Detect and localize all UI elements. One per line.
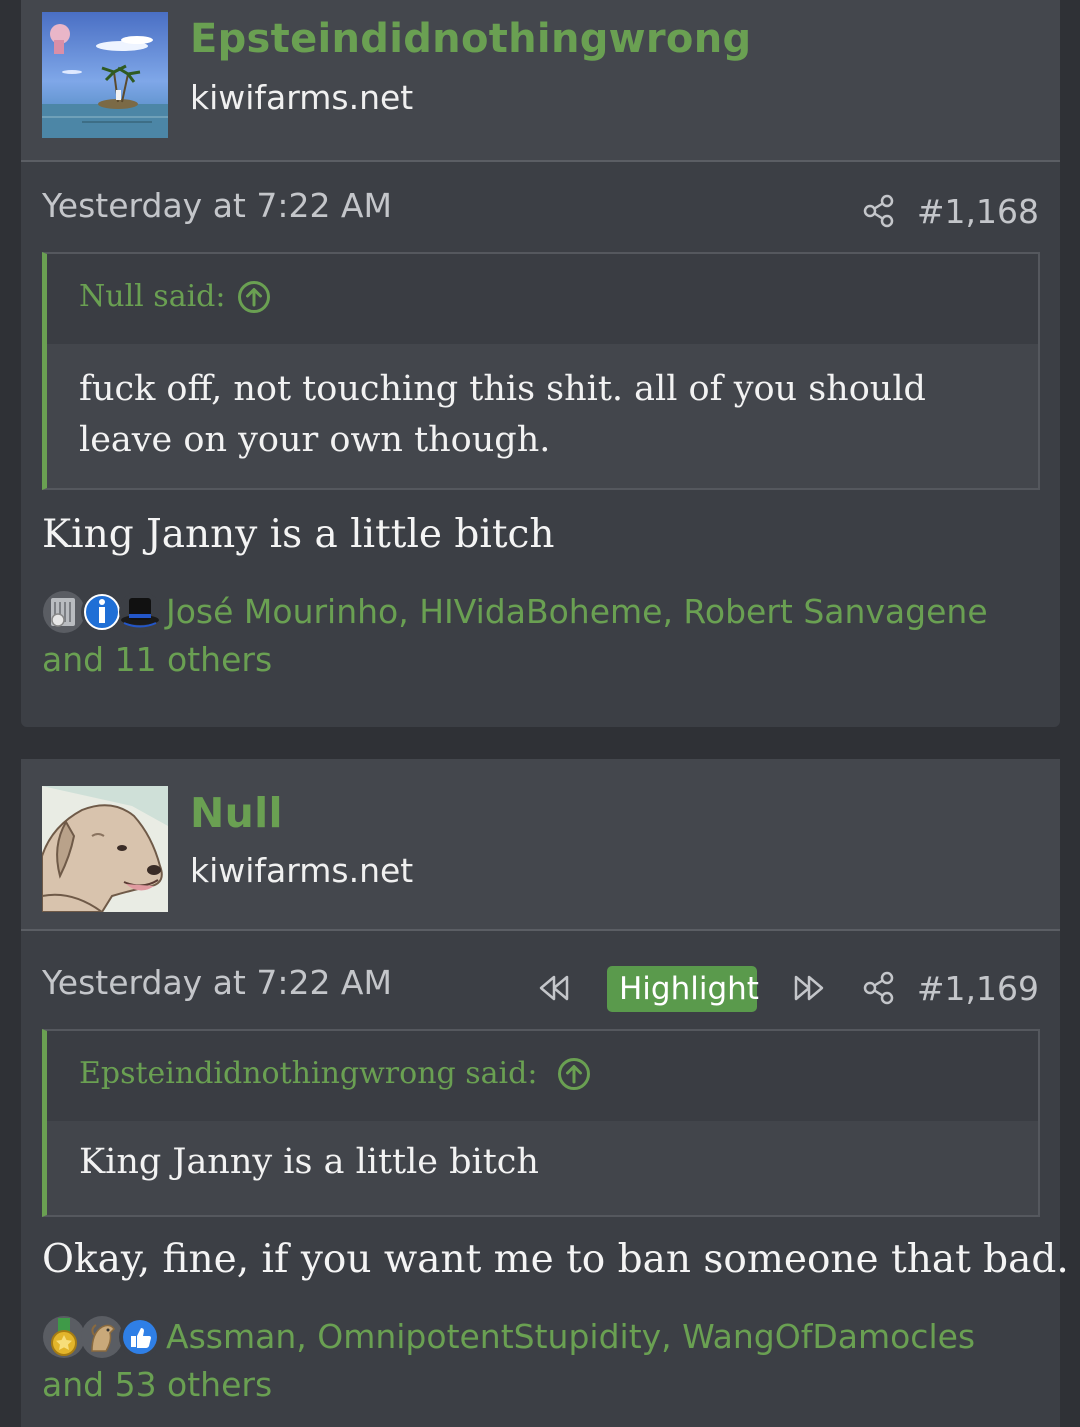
avatar-island-icon: [42, 12, 168, 138]
user-avatar[interactable]: [42, 12, 168, 138]
user-avatar[interactable]: [42, 786, 168, 912]
top-hat-icon: [119, 591, 161, 633]
quote-author[interactable]: Null said:: [79, 279, 225, 314]
post-number-link[interactable]: #1,169: [917, 969, 1039, 1008]
post-date[interactable]: Yesterday at 7:22 AM: [42, 186, 392, 225]
post-date[interactable]: Yesterday at 7:22 AM: [42, 963, 392, 1002]
previous-highlight-icon[interactable]: [534, 971, 574, 1005]
jump-to-quote-icon[interactable]: [237, 280, 271, 314]
thumbs-up-icon: [119, 1316, 161, 1358]
reactions-bar[interactable]: Assman, OmnipotentStupidity, WangOfDamoc…: [42, 1313, 1042, 1409]
next-highlight-icon[interactable]: [789, 971, 829, 1005]
quote-text: fuck off, not touching this shit. all of…: [47, 344, 1038, 488]
quote-block: Null said: fuck off, not touching this s…: [42, 252, 1040, 490]
quote-header: Epsteindidnothingwrong said:: [47, 1031, 1038, 1121]
reactions-text[interactable]: José Mourinho, HIVidaBoheme, Robert Sanv…: [42, 592, 988, 679]
post-1169: Null kiwifarms.net Yesterday at 7:22 AM …: [21, 759, 1069, 1427]
reactions-text[interactable]: Assman, OmnipotentStupidity, WangOfDamoc…: [42, 1317, 975, 1404]
user-title: kiwifarms.net: [190, 78, 414, 117]
share-icon[interactable]: [862, 971, 896, 1005]
post-message: Okay, fine, if you want me to ban someon…: [42, 1237, 1069, 1282]
quote-author[interactable]: Epsteindidnothingwrong said:: [79, 1056, 537, 1091]
reactions-bar[interactable]: José Mourinho, HIVidaBoheme, Robert Sanv…: [42, 588, 1042, 684]
share-icon[interactable]: [862, 194, 896, 228]
post-header: Null kiwifarms.net: [21, 759, 1060, 931]
highlight-button[interactable]: Highlight: [607, 966, 759, 1012]
avatar-dog-icon: [42, 786, 168, 912]
reaction-icons[interactable]: [42, 1313, 166, 1361]
post-1168: Epsteindidnothingwrong kiwifarms.net Yes…: [21, 0, 1060, 727]
post-header: Epsteindidnothingwrong kiwifarms.net: [21, 0, 1060, 162]
jump-to-quote-icon[interactable]: [557, 1057, 591, 1091]
username-link[interactable]: Epsteindidnothingwrong: [190, 16, 751, 62]
reaction-icons[interactable]: [42, 588, 166, 636]
quote-block: Epsteindidnothingwrong said: King Janny …: [42, 1029, 1040, 1217]
user-title: kiwifarms.net: [190, 851, 414, 890]
username-link[interactable]: Null: [190, 789, 283, 837]
post-message: King Janny is a little bitch: [42, 512, 555, 557]
quote-header: Null said:: [47, 254, 1038, 344]
post-number-link[interactable]: #1,168: [917, 192, 1039, 231]
quote-text: King Janny is a little bitch: [47, 1121, 1038, 1215]
